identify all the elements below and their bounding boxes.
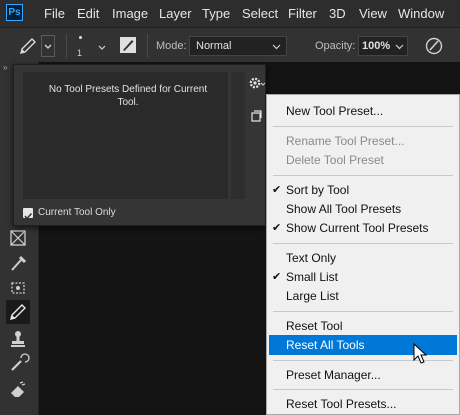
menu-item-preset-manager[interactable]: Preset Manager... bbox=[267, 365, 459, 385]
chevron-down-icon bbox=[272, 44, 281, 50]
menu-item-text-only[interactable]: Text Only bbox=[267, 248, 459, 268]
menu-item-label: Show All Tool Presets bbox=[286, 202, 402, 216]
photoshop-logo[interactable]: Ps bbox=[6, 4, 23, 21]
eyedropper-tool-icon[interactable] bbox=[6, 252, 30, 274]
eraser-tool-icon[interactable] bbox=[6, 378, 30, 400]
clone-stamp-tool-icon[interactable] bbox=[6, 328, 30, 350]
menu-item-label: Rename Tool Preset... bbox=[286, 134, 405, 148]
menu-item-label: Large List bbox=[286, 289, 339, 303]
menu-separator bbox=[273, 311, 453, 312]
menu-item-show-all-tool-presets[interactable]: Show All Tool Presets bbox=[267, 199, 459, 219]
menu-filter[interactable]: Filter bbox=[288, 6, 317, 21]
menu-view[interactable]: View bbox=[359, 6, 387, 21]
pressure-opacity-icon[interactable] bbox=[424, 36, 444, 56]
menu-item-reset-tool[interactable]: Reset Tool bbox=[267, 316, 459, 336]
menu-item-label: New Tool Preset... bbox=[286, 104, 384, 118]
checkmark-icon: ✔ bbox=[272, 222, 282, 234]
brush-picker-chevron-icon[interactable] bbox=[97, 40, 107, 50]
brush-panel-toggle-icon[interactable] bbox=[119, 36, 137, 54]
menu-item-show-current-tool-presets[interactable]: ✔ Show Current Tool Presets bbox=[267, 218, 459, 238]
pencil-tool-icon[interactable] bbox=[6, 300, 30, 324]
tool-preset-list[interactable]: No Tool Presets Defined for Current Tool… bbox=[23, 72, 228, 199]
menu-item-label: Sort by Tool bbox=[286, 183, 350, 197]
menu-separator bbox=[273, 175, 453, 176]
brush-preview-dot-icon bbox=[79, 36, 82, 39]
menu-item-label: Text Only bbox=[286, 251, 337, 265]
menu-separator bbox=[273, 126, 453, 127]
healing-brush-tool-icon[interactable] bbox=[6, 277, 30, 299]
mode-label: Mode: bbox=[156, 40, 187, 52]
menu-separator bbox=[273, 389, 453, 390]
current-tool-only-checkbox[interactable] bbox=[23, 208, 33, 220]
tool-preset-picker-button[interactable] bbox=[41, 35, 55, 57]
collapse-arrows-icon[interactable]: » bbox=[3, 63, 7, 72]
brush-size-value: 1 bbox=[77, 48, 83, 58]
menu-item-label: Small List bbox=[286, 270, 339, 284]
menu-layer[interactable]: Layer bbox=[159, 6, 192, 21]
opacity-field[interactable]: 100% bbox=[358, 36, 408, 56]
options-bar: 1 Mode: Normal Opacity: 100% bbox=[0, 28, 460, 63]
empty-presets-message: No Tool Presets Defined for Current Tool… bbox=[48, 84, 208, 108]
tool-preset-picker-panel: No Tool Presets Defined for Current Tool… bbox=[13, 64, 266, 226]
opacity-value: 100% bbox=[362, 40, 391, 52]
menu-item-label: Preset Manager... bbox=[286, 368, 381, 382]
mode-value: Normal bbox=[196, 40, 232, 52]
menu-type[interactable]: Type bbox=[202, 6, 230, 21]
menu-item-label: Show Current Tool Presets bbox=[286, 221, 429, 235]
menu-item-new-tool-preset[interactable]: New Tool Preset... bbox=[267, 101, 459, 121]
menu-image[interactable]: Image bbox=[112, 6, 148, 21]
opacity-label: Opacity: bbox=[315, 40, 356, 52]
menu-3d[interactable]: 3D bbox=[329, 6, 346, 21]
menu-bar: Ps File Edit Image Layer Type Select Fil… bbox=[0, 0, 460, 28]
current-tool-only-label: Current Tool Only bbox=[38, 207, 116, 218]
menu-item-label: Reset Tool bbox=[286, 319, 343, 333]
menu-item-sort-by-tool[interactable]: ✔ Sort by Tool bbox=[267, 180, 459, 200]
chevron-down-icon bbox=[395, 44, 404, 50]
menu-item-label: Delete Tool Preset bbox=[286, 153, 384, 167]
history-brush-tool-icon[interactable] bbox=[6, 353, 30, 375]
menu-item-reset-tool-presets[interactable]: Reset Tool Presets... bbox=[267, 394, 459, 414]
new-tool-preset-icon[interactable] bbox=[250, 109, 262, 122]
separator bbox=[66, 34, 67, 58]
gear-icon[interactable] bbox=[248, 75, 266, 91]
separator bbox=[147, 34, 148, 58]
menu-item-delete-tool-preset: Delete Tool Preset bbox=[267, 150, 459, 170]
menu-select[interactable]: Select bbox=[242, 6, 278, 21]
menu-item-label: Reset All Tools bbox=[286, 338, 365, 352]
checkmark-icon: ✔ bbox=[272, 184, 282, 196]
menu-separator bbox=[273, 243, 453, 244]
frame-tool-icon[interactable] bbox=[6, 227, 30, 249]
preset-list-scrollbar[interactable] bbox=[231, 72, 245, 199]
pencil-tool-icon[interactable] bbox=[18, 36, 38, 56]
menu-item-small-list[interactable]: ✔ Small List bbox=[267, 267, 459, 287]
checkmark-icon: ✔ bbox=[272, 271, 282, 283]
mouse-pointer-icon bbox=[413, 342, 429, 365]
mode-select[interactable]: Normal bbox=[189, 36, 287, 56]
menu-file[interactable]: File bbox=[44, 6, 65, 21]
menu-item-large-list[interactable]: Large List bbox=[267, 286, 459, 306]
menu-edit[interactable]: Edit bbox=[77, 6, 99, 21]
menu-window[interactable]: Window bbox=[398, 6, 444, 21]
tool-preset-context-menu: New Tool Preset... Rename Tool Preset...… bbox=[266, 94, 460, 415]
menu-item-rename-tool-preset: Rename Tool Preset... bbox=[267, 131, 459, 151]
menu-item-label: Reset Tool Presets... bbox=[286, 397, 397, 411]
